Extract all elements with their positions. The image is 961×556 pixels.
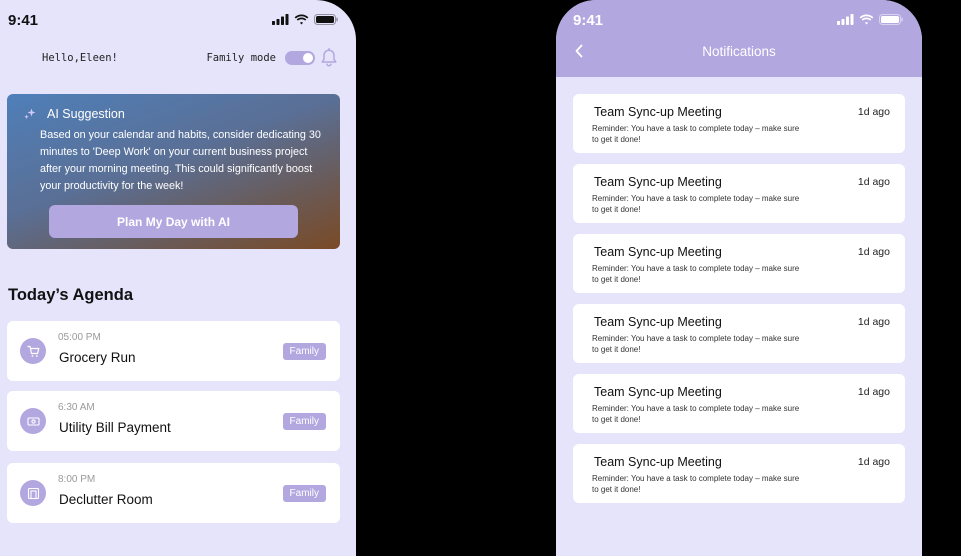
notification-title: Team Sync-up Meeting — [594, 385, 722, 399]
notification-age: 1d ago — [857, 246, 890, 258]
notification-item[interactable]: Team Sync-up Meeting 1d ago Reminder: Yo… — [573, 94, 905, 153]
family-mode-label: Family mode — [206, 52, 276, 64]
notification-age: 1d ago — [857, 106, 890, 118]
toggle-knob — [303, 53, 313, 63]
family-mode-toggle[interactable] — [285, 51, 315, 65]
notification-age: 1d ago — [857, 386, 890, 398]
notification-title: Team Sync-up Meeting — [594, 315, 722, 329]
notification-body: Reminder: You have a task to complete to… — [592, 404, 800, 424]
ai-suggestion-card: AI Suggestion Based on your calendar and… — [7, 94, 340, 249]
status-icons — [837, 14, 903, 25]
agenda-title-text: Utility Bill Payment — [59, 420, 171, 435]
agenda-title: Today’s Agenda — [8, 286, 133, 304]
family-tag: Family — [282, 343, 326, 360]
agenda-title-text: Grocery Run — [59, 350, 136, 365]
agenda-time: 6:30 AM — [58, 402, 95, 413]
sparkle-icon — [24, 108, 36, 120]
notification-item[interactable]: Team Sync-up Meeting 1d ago Reminder: Yo… — [573, 304, 905, 363]
notification-body: Reminder: You have a task to complete to… — [592, 264, 800, 284]
ai-suggestion-title: AI Suggestion — [47, 107, 125, 121]
status-time: 9:41 — [573, 12, 604, 29]
notification-age: 1d ago — [857, 176, 890, 188]
battery-icon — [314, 14, 338, 25]
ai-suggestion-body: Based on your calendar and habits, consi… — [40, 129, 321, 192]
wifi-icon — [859, 14, 874, 25]
page-title: Notifications — [702, 44, 776, 59]
agenda-time: 05:00 PM — [58, 332, 101, 343]
room-icon — [20, 480, 46, 506]
agenda-time: 8:00 PM — [58, 474, 96, 485]
signal-icon — [837, 14, 854, 25]
agenda-item-declutter-room[interactable]: 8:00 PM Declutter Room Family — [7, 463, 340, 523]
notification-item[interactable]: Team Sync-up Meeting 1d ago Reminder: Yo… — [573, 374, 905, 433]
notification-item[interactable]: Team Sync-up Meeting 1d ago Reminder: Yo… — [573, 164, 905, 223]
notifications-header: 9:41 Notifications — [556, 0, 922, 77]
notification-title: Team Sync-up Meeting — [594, 455, 722, 469]
status-bar: 9:41 — [0, 12, 356, 30]
battery-icon — [879, 14, 903, 25]
notification-item[interactable]: Team Sync-up Meeting 1d ago Reminder: Yo… — [573, 234, 905, 293]
greeting-text: Hello,Eleen! — [42, 52, 118, 64]
plan-my-day-button[interactable]: Plan My Day with AI — [49, 205, 298, 238]
notification-body: Reminder: You have a task to complete to… — [592, 334, 800, 354]
notification-body: Reminder: You have a task to complete to… — [592, 474, 800, 494]
status-bar: 9:41 — [556, 12, 922, 30]
cart-icon — [20, 338, 46, 364]
notification-body: Reminder: You have a task to complete to… — [592, 194, 800, 214]
bell-icon[interactable] — [320, 48, 338, 68]
wifi-icon — [294, 14, 309, 25]
agenda-item-utility-bill[interactable]: 6:30 AM Utility Bill Payment Family — [7, 391, 340, 451]
notification-item[interactable]: Team Sync-up Meeting 1d ago Reminder: Yo… — [573, 444, 905, 503]
notification-title: Team Sync-up Meeting — [594, 175, 722, 189]
notification-age: 1d ago — [857, 456, 890, 468]
agenda-item-grocery-run[interactable]: 05:00 PM Grocery Run Family — [7, 321, 340, 381]
notification-age: 1d ago — [857, 316, 890, 328]
agenda-title-text: Declutter Room — [59, 492, 153, 507]
notification-title: Team Sync-up Meeting — [594, 245, 722, 259]
notifications-screen: 9:41 Notifications Team Sync-up Meeting … — [556, 0, 922, 556]
family-tag: Family — [282, 485, 326, 502]
status-icons — [272, 14, 338, 25]
family-tag: Family — [282, 413, 326, 430]
signal-icon — [272, 14, 289, 25]
bill-icon — [20, 408, 46, 434]
notification-title: Team Sync-up Meeting — [594, 105, 722, 119]
notification-body: Reminder: You have a task to complete to… — [592, 124, 800, 144]
status-time: 9:41 — [8, 12, 39, 29]
home-screen: 9:41 Hello,Eleen! Family mode AI Suggest… — [0, 0, 356, 556]
